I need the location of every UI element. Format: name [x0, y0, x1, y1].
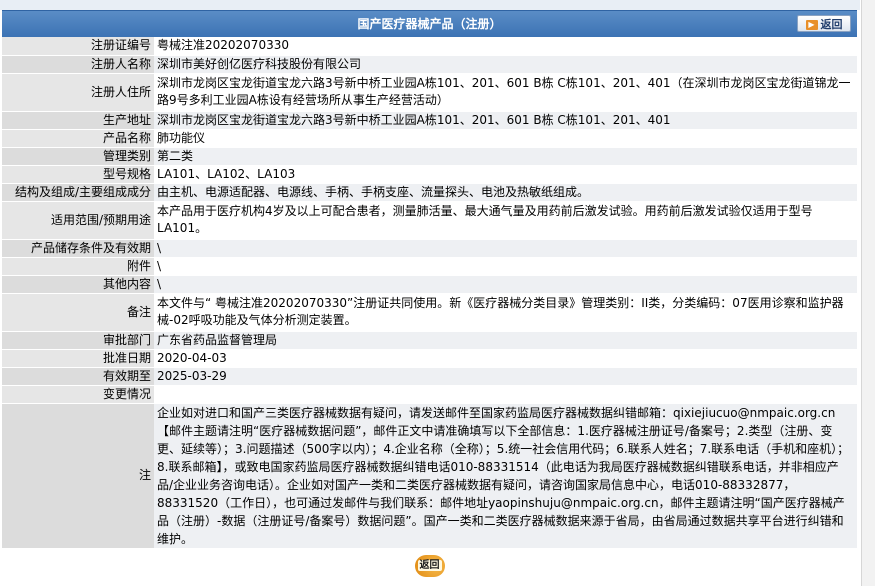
field-value: 广东省药品监督管理局	[154, 331, 857, 350]
field-value: 粤械注准20202070330	[154, 37, 857, 56]
table-row: 审批部门 广东省药品监督管理局	[2, 331, 857, 350]
field-value: 深圳市美好创亿医疗科技股份有限公司	[154, 55, 857, 74]
field-label: 备注	[2, 293, 154, 332]
field-label: 变更情况	[2, 385, 154, 404]
back-button-bottom[interactable]: 返回	[414, 554, 445, 577]
field-value: 企业如对进口和国产三类医疗器械数据有疑问，请发送邮件至国家药监局医疗器械数据纠错…	[154, 403, 857, 549]
field-value	[154, 385, 857, 404]
field-value: LA101、LA102、LA103	[154, 165, 857, 184]
field-value: \	[154, 239, 857, 258]
scrollbar-track[interactable]	[861, 0, 875, 586]
table-row: 注 企业如对进口和国产三类医疗器械数据有疑问，请发送邮件至国家药监局医疗器械数据…	[2, 403, 857, 549]
table-row: 生产地址 深圳市龙岗区宝龙街道宝龙六路3号新中桥工业园A栋101、201、601…	[2, 111, 857, 130]
field-label: 型号规格	[2, 165, 154, 184]
field-value: 深圳市龙岗区宝龙街道宝龙六路3号新中桥工业园A栋101、201、601 B栋 C…	[154, 73, 857, 112]
table-row: 管理类别 第二类	[2, 147, 857, 166]
title-bar: 国产医疗器械产品（注册） ▶ 返回	[2, 10, 857, 37]
field-value: 深圳市龙岗区宝龙街道宝龙六路3号新中桥工业园A栋101、201、601 B栋 C…	[154, 111, 857, 130]
back-button-top[interactable]: ▶ 返回	[797, 15, 851, 32]
table-row: 产品储存条件及有效期 \	[2, 239, 857, 258]
field-value: 本文件与“ 粤械注准20202070330”注册证共同使用。新《医疗器械分类目录…	[154, 293, 857, 332]
info-table: 注册证编号 粤械注准20202070330 注册人名称 深圳市美好创亿医疗科技股…	[2, 37, 857, 549]
back-button-bottom-label: 返回	[417, 559, 442, 571]
table-row: 适用范围/预期用途 本产品用于医疗机构4岁及以上可配合患者，测量肺活量、最大通气…	[2, 201, 857, 240]
field-label: 适用范围/预期用途	[2, 201, 154, 240]
field-label: 审批部门	[2, 331, 154, 350]
field-value: \	[154, 257, 857, 276]
field-value: 第二类	[154, 147, 857, 166]
field-label: 其他内容	[2, 275, 154, 294]
table-row: 备注 本文件与“ 粤械注准20202070330”注册证共同使用。新《医疗器械分…	[2, 293, 857, 332]
top-strip	[0, 0, 860, 10]
detail-panel: 国产医疗器械产品（注册） ▶ 返回 注册证编号 粤械注准20202070330 注…	[2, 10, 857, 581]
footer-bar: 返回	[2, 548, 857, 581]
field-label: 有效期至	[2, 367, 154, 386]
field-label: 产品名称	[2, 129, 154, 148]
field-value: 2020-04-03	[154, 349, 857, 368]
table-row: 型号规格 LA101、LA102、LA103	[2, 165, 857, 184]
field-label: 附件	[2, 257, 154, 276]
field-label: 注册人名称	[2, 55, 154, 74]
field-label: 批准日期	[2, 349, 154, 368]
field-value: \	[154, 275, 857, 294]
table-row: 附件 \	[2, 257, 857, 276]
field-value: 2025-03-29	[154, 367, 857, 386]
field-label: 生产地址	[2, 111, 154, 130]
field-value: 肺功能仪	[154, 129, 857, 148]
page-title: 国产医疗器械产品（注册）	[357, 17, 502, 31]
back-button-label: 返回	[820, 18, 843, 31]
field-label: 注	[2, 403, 154, 549]
field-value: 本产品用于医疗机构4岁及以上可配合患者，测量肺活量、最大通气量及用药前后激发试验…	[154, 201, 857, 240]
table-row: 注册人住所 深圳市龙岗区宝龙街道宝龙六路3号新中桥工业园A栋101、201、60…	[2, 73, 857, 112]
table-row: 注册证编号 粤械注准20202070330	[2, 37, 857, 56]
table-row: 产品名称 肺功能仪	[2, 129, 857, 148]
field-label: 产品储存条件及有效期	[2, 239, 154, 258]
table-row: 其他内容 \	[2, 275, 857, 294]
field-label: 结构及组成/主要组成成分	[2, 183, 154, 202]
field-label: 管理类别	[2, 147, 154, 166]
table-row: 有效期至 2025-03-29	[2, 367, 857, 386]
back-arrow-icon: ▶	[805, 20, 818, 30]
field-label: 注册人住所	[2, 73, 154, 112]
field-value: 由主机、电源适配器、电源线、手柄、手柄支座、流量探头、电池及热敏纸组成。	[154, 183, 857, 202]
field-label: 注册证编号	[2, 37, 154, 56]
table-row: 变更情况	[2, 385, 857, 404]
table-row: 批准日期 2020-04-03	[2, 349, 857, 368]
table-row: 注册人名称 深圳市美好创亿医疗科技股份有限公司	[2, 55, 857, 74]
table-row: 结构及组成/主要组成成分 由主机、电源适配器、电源线、手柄、手柄支座、流量探头、…	[2, 183, 857, 202]
